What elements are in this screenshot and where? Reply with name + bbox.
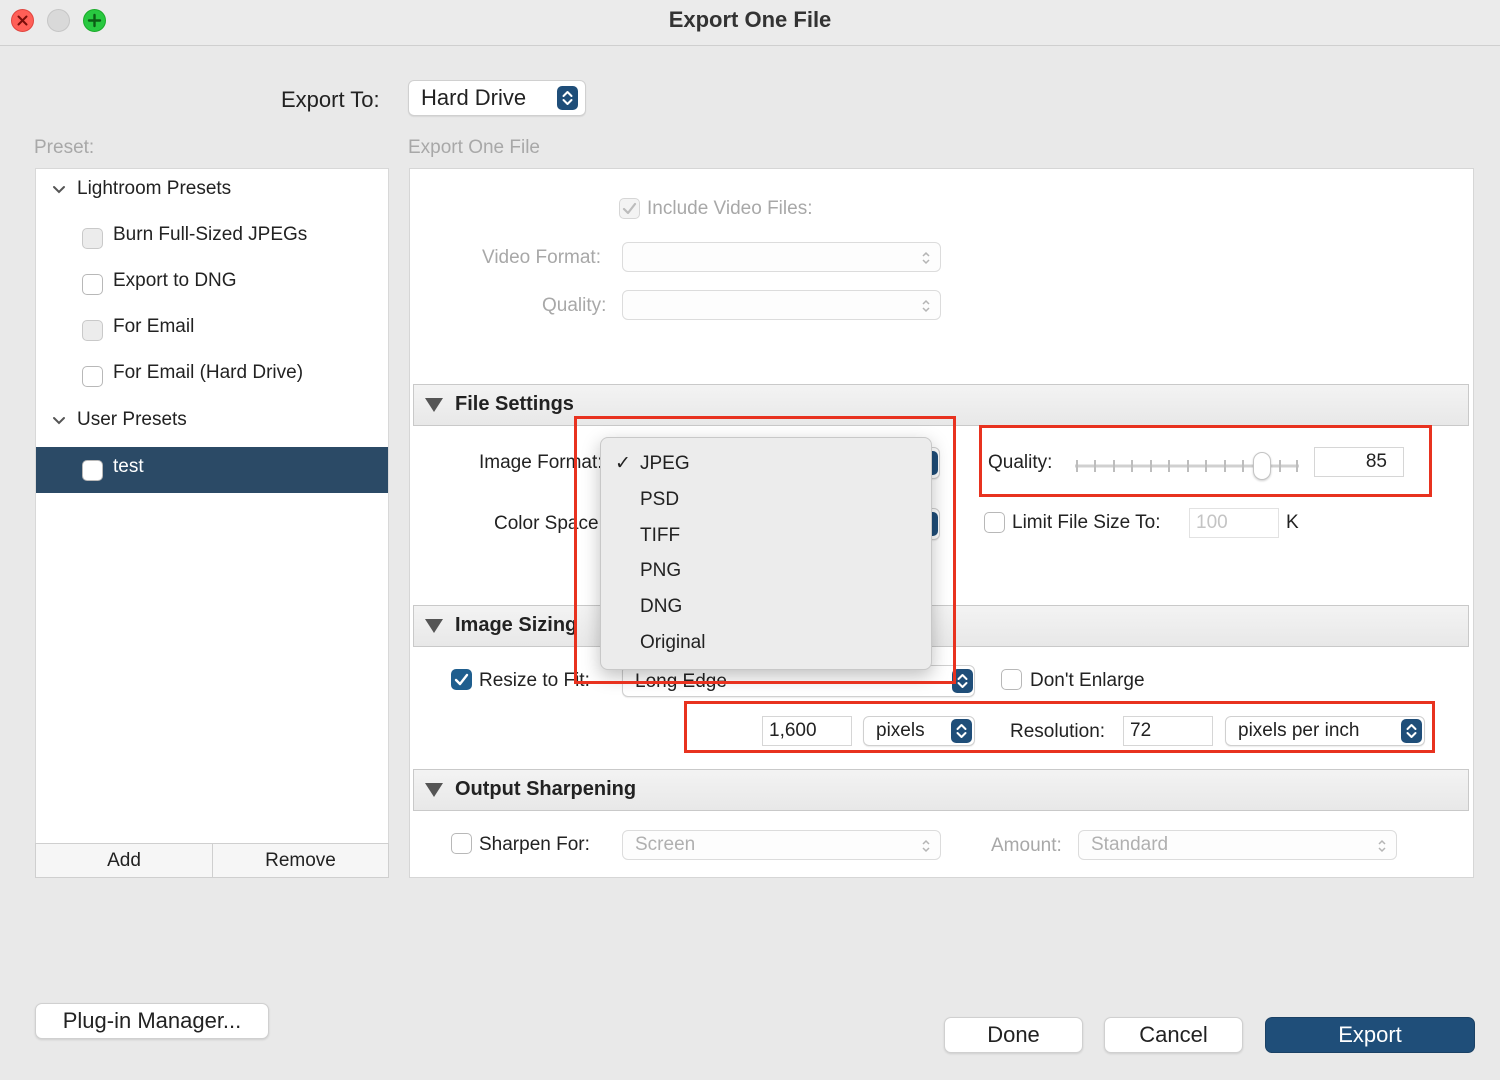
preset-item[interactable]: For Email — [36, 307, 388, 351]
video-quality-label: Quality: — [542, 295, 607, 316]
limit-file-size-input[interactable]: 100 — [1189, 508, 1279, 538]
preset-label: Preset: — [34, 137, 95, 158]
checkmark-icon — [622, 202, 637, 215]
plugin-manager-button[interactable]: Plug-in Manager... — [35, 1003, 269, 1039]
limit-file-size-value: 100 — [1196, 512, 1228, 533]
preset-item[interactable]: Burn Full-Sized JPEGs — [36, 215, 388, 259]
output-sharpening-header[interactable]: Output Sharpening — [413, 769, 1469, 811]
output-sharpening-title: Output Sharpening — [455, 778, 637, 800]
highlight-box-format-menu — [574, 416, 956, 684]
preset-item-label: Burn Full-Sized JPEGs — [113, 224, 308, 245]
preset-group-lightroom[interactable]: Lightroom Presets — [36, 169, 388, 213]
export-to-value: Hard Drive — [421, 85, 527, 110]
done-button[interactable]: Done — [944, 1017, 1083, 1053]
preset-item[interactable]: Export to DNG — [36, 261, 388, 305]
video-quality-select[interactable] — [622, 290, 941, 320]
preset-item-label: test — [113, 456, 144, 477]
resize-to-fit-checkbox[interactable] — [451, 669, 472, 690]
preset-item-selected[interactable]: test — [36, 447, 388, 493]
amount-select[interactable]: Standard — [1078, 830, 1397, 860]
preset-group-label: Lightroom Presets — [77, 178, 232, 199]
image-sizing-title: Image Sizing — [455, 614, 578, 636]
video-format-label: Video Format: — [482, 247, 601, 268]
limit-file-size-label: Limit File Size To: — [1012, 512, 1161, 533]
updown-chevron-icon — [922, 839, 930, 853]
add-preset-button[interactable]: Add — [35, 843, 213, 878]
video-format-select[interactable] — [622, 242, 941, 272]
sharpen-for-value: Screen — [635, 834, 696, 855]
panel-title: Export One File — [408, 137, 540, 158]
export-to-label: Export To: — [281, 87, 380, 112]
updown-chevron-icon — [922, 251, 930, 265]
preset-item-label: Export to DNG — [113, 270, 237, 291]
triangle-down-icon — [425, 783, 443, 797]
preset-checkbox[interactable] — [82, 274, 103, 295]
dont-enlarge-label: Don't Enlarge — [1030, 670, 1145, 691]
cancel-button[interactable]: Cancel — [1104, 1017, 1243, 1053]
updown-arrows-icon — [557, 86, 578, 110]
preset-group-user[interactable]: User Presets — [36, 400, 388, 444]
preset-item-label: For Email (Hard Drive) — [113, 362, 304, 383]
updown-chevron-icon — [922, 299, 930, 313]
highlight-box-size — [684, 701, 1435, 753]
include-video-checkbox[interactable] — [619, 198, 640, 219]
preset-list: Lightroom Presets Burn Full-Sized JPEGs … — [35, 168, 389, 844]
remove-preset-button[interactable]: Remove — [212, 843, 389, 878]
export-button[interactable]: Export — [1265, 1017, 1475, 1053]
preset-checkbox[interactable] — [82, 460, 103, 481]
limit-file-size-checkbox[interactable] — [984, 512, 1005, 533]
preset-checkbox[interactable] — [82, 320, 103, 341]
dont-enlarge-checkbox[interactable] — [1001, 669, 1022, 690]
export-to-select[interactable]: Hard Drive — [408, 80, 586, 116]
file-settings-title: File Settings — [455, 393, 574, 415]
preset-checkbox[interactable] — [82, 228, 103, 249]
sharpen-for-select[interactable]: Screen — [622, 830, 941, 860]
triangle-down-icon — [425, 398, 443, 412]
highlight-box-quality — [979, 425, 1432, 497]
checkmark-icon — [454, 673, 469, 686]
preset-item[interactable]: For Email (Hard Drive) — [36, 353, 388, 397]
limit-file-size-unit: K — [1286, 512, 1299, 533]
include-video-label: Include Video Files: — [647, 198, 813, 219]
chevron-down-icon — [53, 417, 65, 425]
amount-value: Standard — [1091, 834, 1169, 855]
sharpen-for-checkbox[interactable] — [451, 833, 472, 854]
updown-chevron-icon — [1378, 839, 1386, 853]
chevron-down-icon — [53, 186, 65, 194]
preset-checkbox[interactable] — [82, 366, 103, 387]
sharpen-for-label: Sharpen For: — [479, 834, 590, 855]
preset-group-label: User Presets — [77, 409, 187, 430]
window-title: Export One File — [668, 7, 832, 32]
amount-label: Amount: — [991, 835, 1062, 856]
triangle-down-icon — [425, 619, 443, 633]
preset-item-label: For Email — [113, 316, 195, 337]
